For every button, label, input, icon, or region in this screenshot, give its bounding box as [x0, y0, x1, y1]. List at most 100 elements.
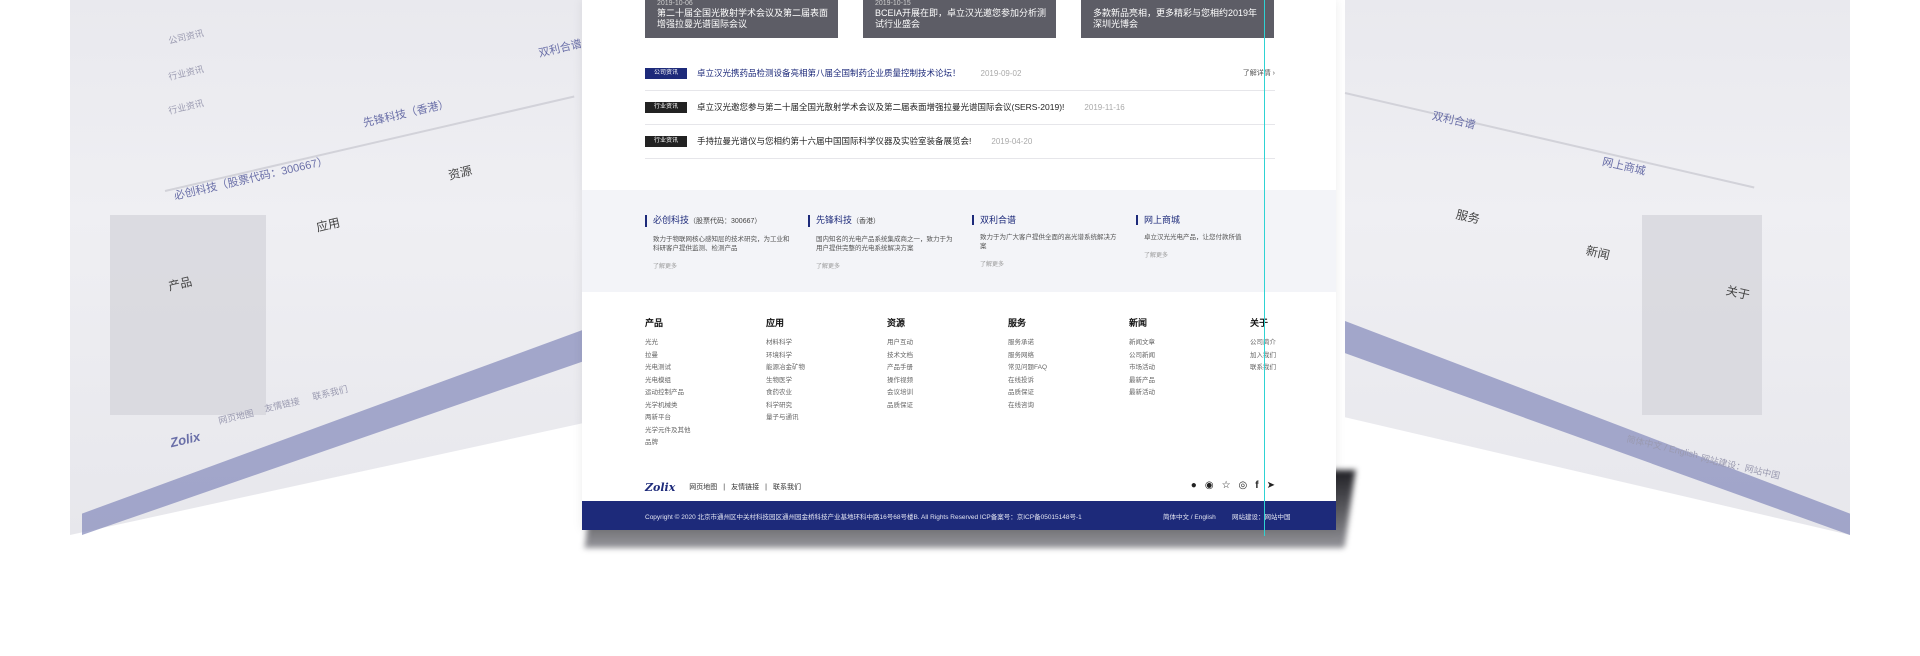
footer-link[interactable]: 服务网络 [1008, 350, 1128, 363]
footer-link[interactable]: 公司简介 [1250, 337, 1280, 350]
footer-link[interactable]: 服务承诺 [1008, 337, 1128, 350]
company-card[interactable]: 先锋科技（香港） 国内知名的光电产品系统集成商之一，致力于为用户提供完整的光电系… [808, 215, 958, 270]
footer-link[interactable]: 光学元件及其他 [645, 425, 765, 438]
star-icon[interactable]: ☆ [1222, 480, 1231, 491]
footer-link[interactable]: 用户互动 [887, 337, 1007, 350]
news-list-item[interactable]: 行业资讯 卓立汉光邀您参与第二十届全国光散射学术会议及第二届表面增强拉曼光谱国际… [645, 90, 1275, 125]
facebook-icon[interactable]: f [1255, 480, 1258, 491]
footer-col-resources: 资源 用户互动 技术文档 产品手册 操作视频 会议培训 品质保证 [887, 316, 1007, 448]
news-list-item[interactable]: 公司资讯 卓立汉光携药品检测设备亮相第八届全国制药企业质量控制技术论坛！ 201… [645, 56, 1275, 91]
footer-link[interactable]: 最新产品 [1129, 375, 1249, 388]
learn-more-link[interactable]: 了解更多 [980, 259, 1122, 268]
footer-link[interactable]: 能源冶金矿物 [766, 362, 886, 375]
card-title: BCEIA开展在即，卓立汉光邀您参加分析测试行业盛会 [875, 8, 1047, 29]
copyright-text: Copyright © 2020 北京市通州区中关村科技园区通州园金桥科技产业基… [645, 513, 1082, 521]
friend-links-link[interactable]: 友情链接 [731, 482, 759, 492]
learn-more-link[interactable]: 了解更多 [653, 261, 795, 270]
news-tag: 行业资讯 [645, 135, 687, 147]
zolix-logo[interactable]: Zolix [645, 481, 675, 494]
footer-col-head: 关于 [1250, 318, 1269, 328]
footer-link[interactable]: 技术文档 [887, 350, 1007, 363]
news-title: 卓立汉光邀您参与第二十届全国光散射学术会议及第二届表面增强拉曼光谱国际会议(SE… [697, 102, 1065, 112]
footer-link[interactable]: 生物医学 [766, 375, 886, 388]
company-sub: （香港） [852, 218, 881, 225]
read-more-link[interactable]: 了解详情 › [1243, 68, 1275, 78]
footer-link[interactable]: 拉曼 [645, 350, 765, 363]
divider: | [723, 483, 726, 491]
copyright-bar: Copyright © 2020 北京市通州区中关村科技园区通州园金桥科技产业基… [582, 501, 1336, 530]
news-card[interactable]: 2019-10-06 第二十届全国光散射学术会议及第二届表面增强拉曼光谱国际会议 [645, 0, 838, 38]
contact-link[interactable]: 联系我们 [773, 482, 801, 492]
company-name: 双利合谱 [980, 215, 1017, 225]
footer-link[interactable]: 两新平台 [645, 412, 765, 425]
news-card[interactable]: 2019-10-15 BCEIA开展在即，卓立汉光邀您参加分析测试行业盛会 [863, 0, 1056, 38]
footer-link[interactable]: 常见问题FAQ [1008, 362, 1128, 375]
footer-link[interactable]: 材料科学 [766, 337, 886, 350]
footer-col-head: 资源 [887, 318, 906, 328]
card-date: 2019-10-15 [875, 0, 911, 7]
footer-link[interactable]: 在线咨询 [1008, 400, 1128, 413]
footer-link[interactable]: 品质保证 [887, 400, 1007, 413]
footer-link[interactable]: 最新活动 [1129, 387, 1249, 400]
guide-line [1264, 0, 1265, 536]
language-switch[interactable]: 简体中文 / English [1163, 511, 1216, 521]
twitter-icon[interactable]: ➤ [1267, 480, 1275, 491]
company-card[interactable]: 双利合谱 致力于为广大客户提供全面的高光谱系统解决方案 了解更多 [972, 215, 1122, 268]
footer-link[interactable]: 光光 [645, 337, 765, 350]
footer-link[interactable]: 产品手册 [887, 362, 1007, 375]
news-list-item[interactable]: 行业资讯 手持拉曼光谱仪与您相约第十六届中国国际科学仪器及实验室装备展览会! 2… [645, 124, 1275, 159]
company-name: 必创科技 [653, 215, 690, 225]
footer-col-applications: 应用 材料科学 环境科学 能源冶金矿物 生物医学 食药农业 科学研究 量子与通讯 [766, 316, 886, 448]
main-page: 2019-10-06 第二十届全国光散射学术会议及第二届表面增强拉曼光谱国际会议… [582, 0, 1336, 530]
divider: | [765, 483, 767, 491]
footer-link[interactable]: 联系我们 [1250, 362, 1280, 375]
footer-link[interactable]: 新闻文章 [1129, 337, 1249, 350]
footer-link[interactable]: 光学机械类 [645, 400, 765, 413]
learn-more-link[interactable]: 了解更多 [816, 261, 958, 270]
footer-nav: Zolix 网页地图 | 友情链接 | 联系我们 ● ◉ ☆ ◎ f ➤ [645, 480, 1275, 494]
footer-col-news: 新闻 新闻文章 公司新闻 市场活动 最新产品 最新活动 [1129, 316, 1249, 448]
news-cards: 2019-10-06 第二十届全国光散射学术会议及第二届表面增强拉曼光谱国际会议… [645, 0, 1275, 38]
footer-col-about: 关于 公司简介 加入我们 联系我们 [1250, 316, 1280, 448]
social-links: ● ◉ ☆ ◎ f ➤ [1191, 480, 1275, 491]
footer-link[interactable]: 加入我们 [1250, 350, 1280, 363]
news-date: 2019-09-02 [980, 68, 1022, 78]
footer-link[interactable]: 光电模组 [645, 375, 765, 388]
company-desc: 致力于物联网核心感知层的技术研究，为工业和科研客户提供监测、检测产品 [653, 236, 790, 252]
news-title: 手持拉曼光谱仪与您相约第十六届中国国际科学仪器及实验室装备展览会! [697, 136, 972, 146]
wechat-icon[interactable]: ◉ [1205, 480, 1214, 491]
footer-link[interactable]: 食药农业 [766, 387, 886, 400]
news-tag: 行业资讯 [645, 101, 687, 113]
footer-link[interactable]: 操作视频 [887, 375, 1007, 388]
ghost-block-left [110, 215, 266, 415]
qq-icon[interactable]: ● [1191, 480, 1197, 491]
company-desc: 国内知名的光电产品系统集成商之一，致力于为用户提供完整的光电系统解决方案 [816, 236, 953, 252]
news-title: 卓立汉光携药品检测设备亮相第八届全国制药企业质量控制技术论坛！ [697, 68, 961, 78]
news-date: 2019-04-20 [991, 136, 1033, 146]
footer-link[interactable]: 科学研究 [766, 400, 886, 413]
footer-link[interactable]: 品牌 [645, 437, 765, 450]
footer-col-head: 产品 [645, 318, 664, 328]
footer-col-products: 产品 光光 拉曼 光电测试 光电模组 运动控制产品 光学机械类 两新平台 光学元… [645, 316, 765, 448]
footer-col-services: 服务 服务承诺 服务网络 常见问题FAQ 在线投诉 品质保证 在线咨询 [1008, 316, 1128, 448]
site-credit[interactable]: 网站建设：网站中国 [1232, 511, 1291, 521]
footer-link[interactable]: 品质保证 [1008, 387, 1128, 400]
footer-link[interactable]: 在线投诉 [1008, 375, 1128, 388]
card-date: 2019-10-06 [657, 0, 693, 7]
news-card[interactable]: 多款新品亮相，更多精彩与您相约2019年深圳光博会 [1081, 0, 1274, 38]
card-title: 多款新品亮相，更多精彩与您相约2019年深圳光博会 [1093, 8, 1258, 29]
card-title: 第二十届全国光散射学术会议及第二届表面增强拉曼光谱国际会议 [657, 8, 829, 29]
footer-link[interactable]: 运动控制产品 [645, 387, 765, 400]
company-sub: （股票代码：300667） [689, 218, 762, 225]
weibo-icon[interactable]: ◎ [1239, 480, 1248, 491]
news-date: 2019-11-16 [1084, 102, 1125, 112]
footer-link[interactable]: 光电测试 [645, 362, 765, 375]
company-card[interactable]: 必创科技（股票代码：300667） 致力于物联网核心感知层的技术研究，为工业和科… [645, 215, 795, 270]
footer-link[interactable]: 量子与通讯 [766, 412, 886, 425]
footer-link[interactable]: 公司新闻 [1129, 350, 1249, 363]
footer-col-head: 服务 [1008, 318, 1027, 328]
footer-link[interactable]: 会议培训 [887, 387, 1007, 400]
footer-link[interactable]: 市场活动 [1129, 362, 1249, 375]
footer-link[interactable]: 环境科学 [766, 350, 886, 363]
sitemap-link[interactable]: 网页地图 [689, 482, 717, 492]
